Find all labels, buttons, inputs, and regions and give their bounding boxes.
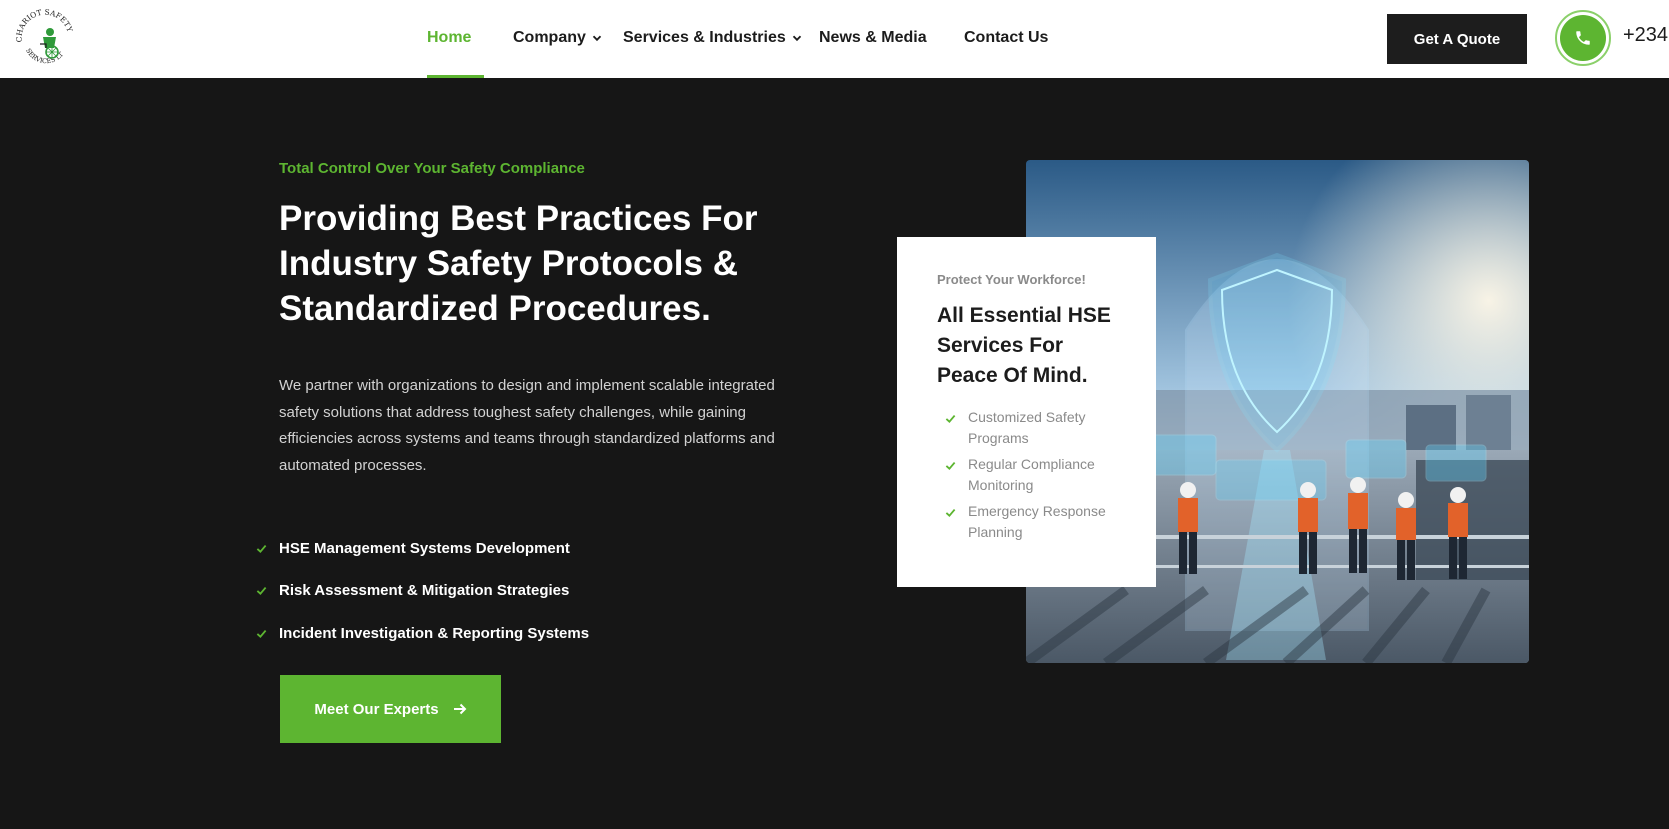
feature-item: HSE Management Systems Development	[256, 527, 589, 570]
check-icon	[945, 461, 956, 471]
site-header: CHARIOT SAFETY SERVICES LTD Home Company…	[0, 0, 1669, 78]
nav-news-media[interactable]: News & Media	[819, 29, 927, 47]
nav-contact-us[interactable]: Contact Us	[964, 29, 1048, 47]
nav-company-label: Company	[513, 29, 586, 46]
phone-number[interactable]: +234	[1623, 24, 1669, 47]
card-list-item: Regular Compliance Monitoring	[937, 454, 1126, 496]
get-quote-button[interactable]: Get A Quote	[1387, 14, 1527, 64]
card-eyebrow: Protect Your Workforce!	[937, 272, 1086, 287]
card-service-list: Customized Safety Programs Regular Compl…	[937, 407, 1126, 543]
hero-description: We partner with organizations to design …	[279, 377, 775, 474]
hero-feature-list: HSE Management Systems Development Risk …	[256, 527, 589, 655]
card-item-label: Customized Safety Programs	[968, 409, 1086, 446]
meet-experts-label: Meet Our Experts	[314, 700, 439, 718]
nav-services-label: Services & Industries	[623, 29, 786, 46]
services-card: Protect Your Workforce! All Essential HS…	[897, 237, 1156, 587]
nav-active-indicator	[427, 75, 484, 78]
chariot-logo-icon: CHARIOT SAFETY SERVICES LTD	[7, 0, 74, 65]
nav-home-label: Home	[427, 29, 472, 46]
chevron-down-icon	[592, 35, 602, 42]
check-icon	[945, 508, 956, 518]
card-item-label: Emergency Response Planning	[968, 503, 1106, 540]
check-icon	[256, 587, 267, 596]
card-list-item: Customized Safety Programs	[937, 407, 1126, 449]
nav-home[interactable]: Home	[427, 29, 471, 47]
feature-item: Risk Assessment & Mitigation Strategies	[256, 570, 589, 613]
card-title: All Essential HSE Services For Peace Of …	[937, 304, 1111, 387]
phone-icon-badge	[1560, 15, 1606, 61]
nav-contact-label: Contact Us	[964, 29, 1049, 46]
feature-label: HSE Management Systems Development	[279, 539, 570, 557]
feature-label: Incident Investigation & Reporting Syste…	[279, 624, 590, 642]
hero-title: Providing Best Practices For Industry Sa…	[279, 199, 758, 328]
card-list-item: Emergency Response Planning	[937, 501, 1126, 543]
nav-news-label: News & Media	[819, 29, 927, 46]
hero-eyebrow: Total Control Over Your Safety Complianc…	[279, 160, 585, 177]
meet-experts-button[interactable]: Meet Our Experts	[280, 675, 501, 743]
feature-label: Risk Assessment & Mitigation Strategies	[279, 582, 570, 600]
nav-company[interactable]: Company	[513, 29, 602, 47]
company-logo[interactable]: CHARIOT SAFETY SERVICES LTD	[7, 0, 80, 74]
card-item-label: Regular Compliance Monitoring	[968, 456, 1095, 493]
phone-call-button[interactable]	[1555, 10, 1611, 66]
check-icon	[256, 629, 267, 638]
phone-icon	[1576, 31, 1590, 45]
chevron-down-icon	[792, 35, 801, 42]
arrow-right-icon	[453, 703, 467, 715]
get-quote-label: Get A Quote	[1413, 30, 1501, 48]
feature-item: Incident Investigation & Reporting Syste…	[256, 612, 589, 655]
check-icon	[945, 414, 956, 424]
nav-services-industries[interactable]: Services & Industries	[623, 29, 802, 47]
check-icon	[256, 544, 267, 553]
